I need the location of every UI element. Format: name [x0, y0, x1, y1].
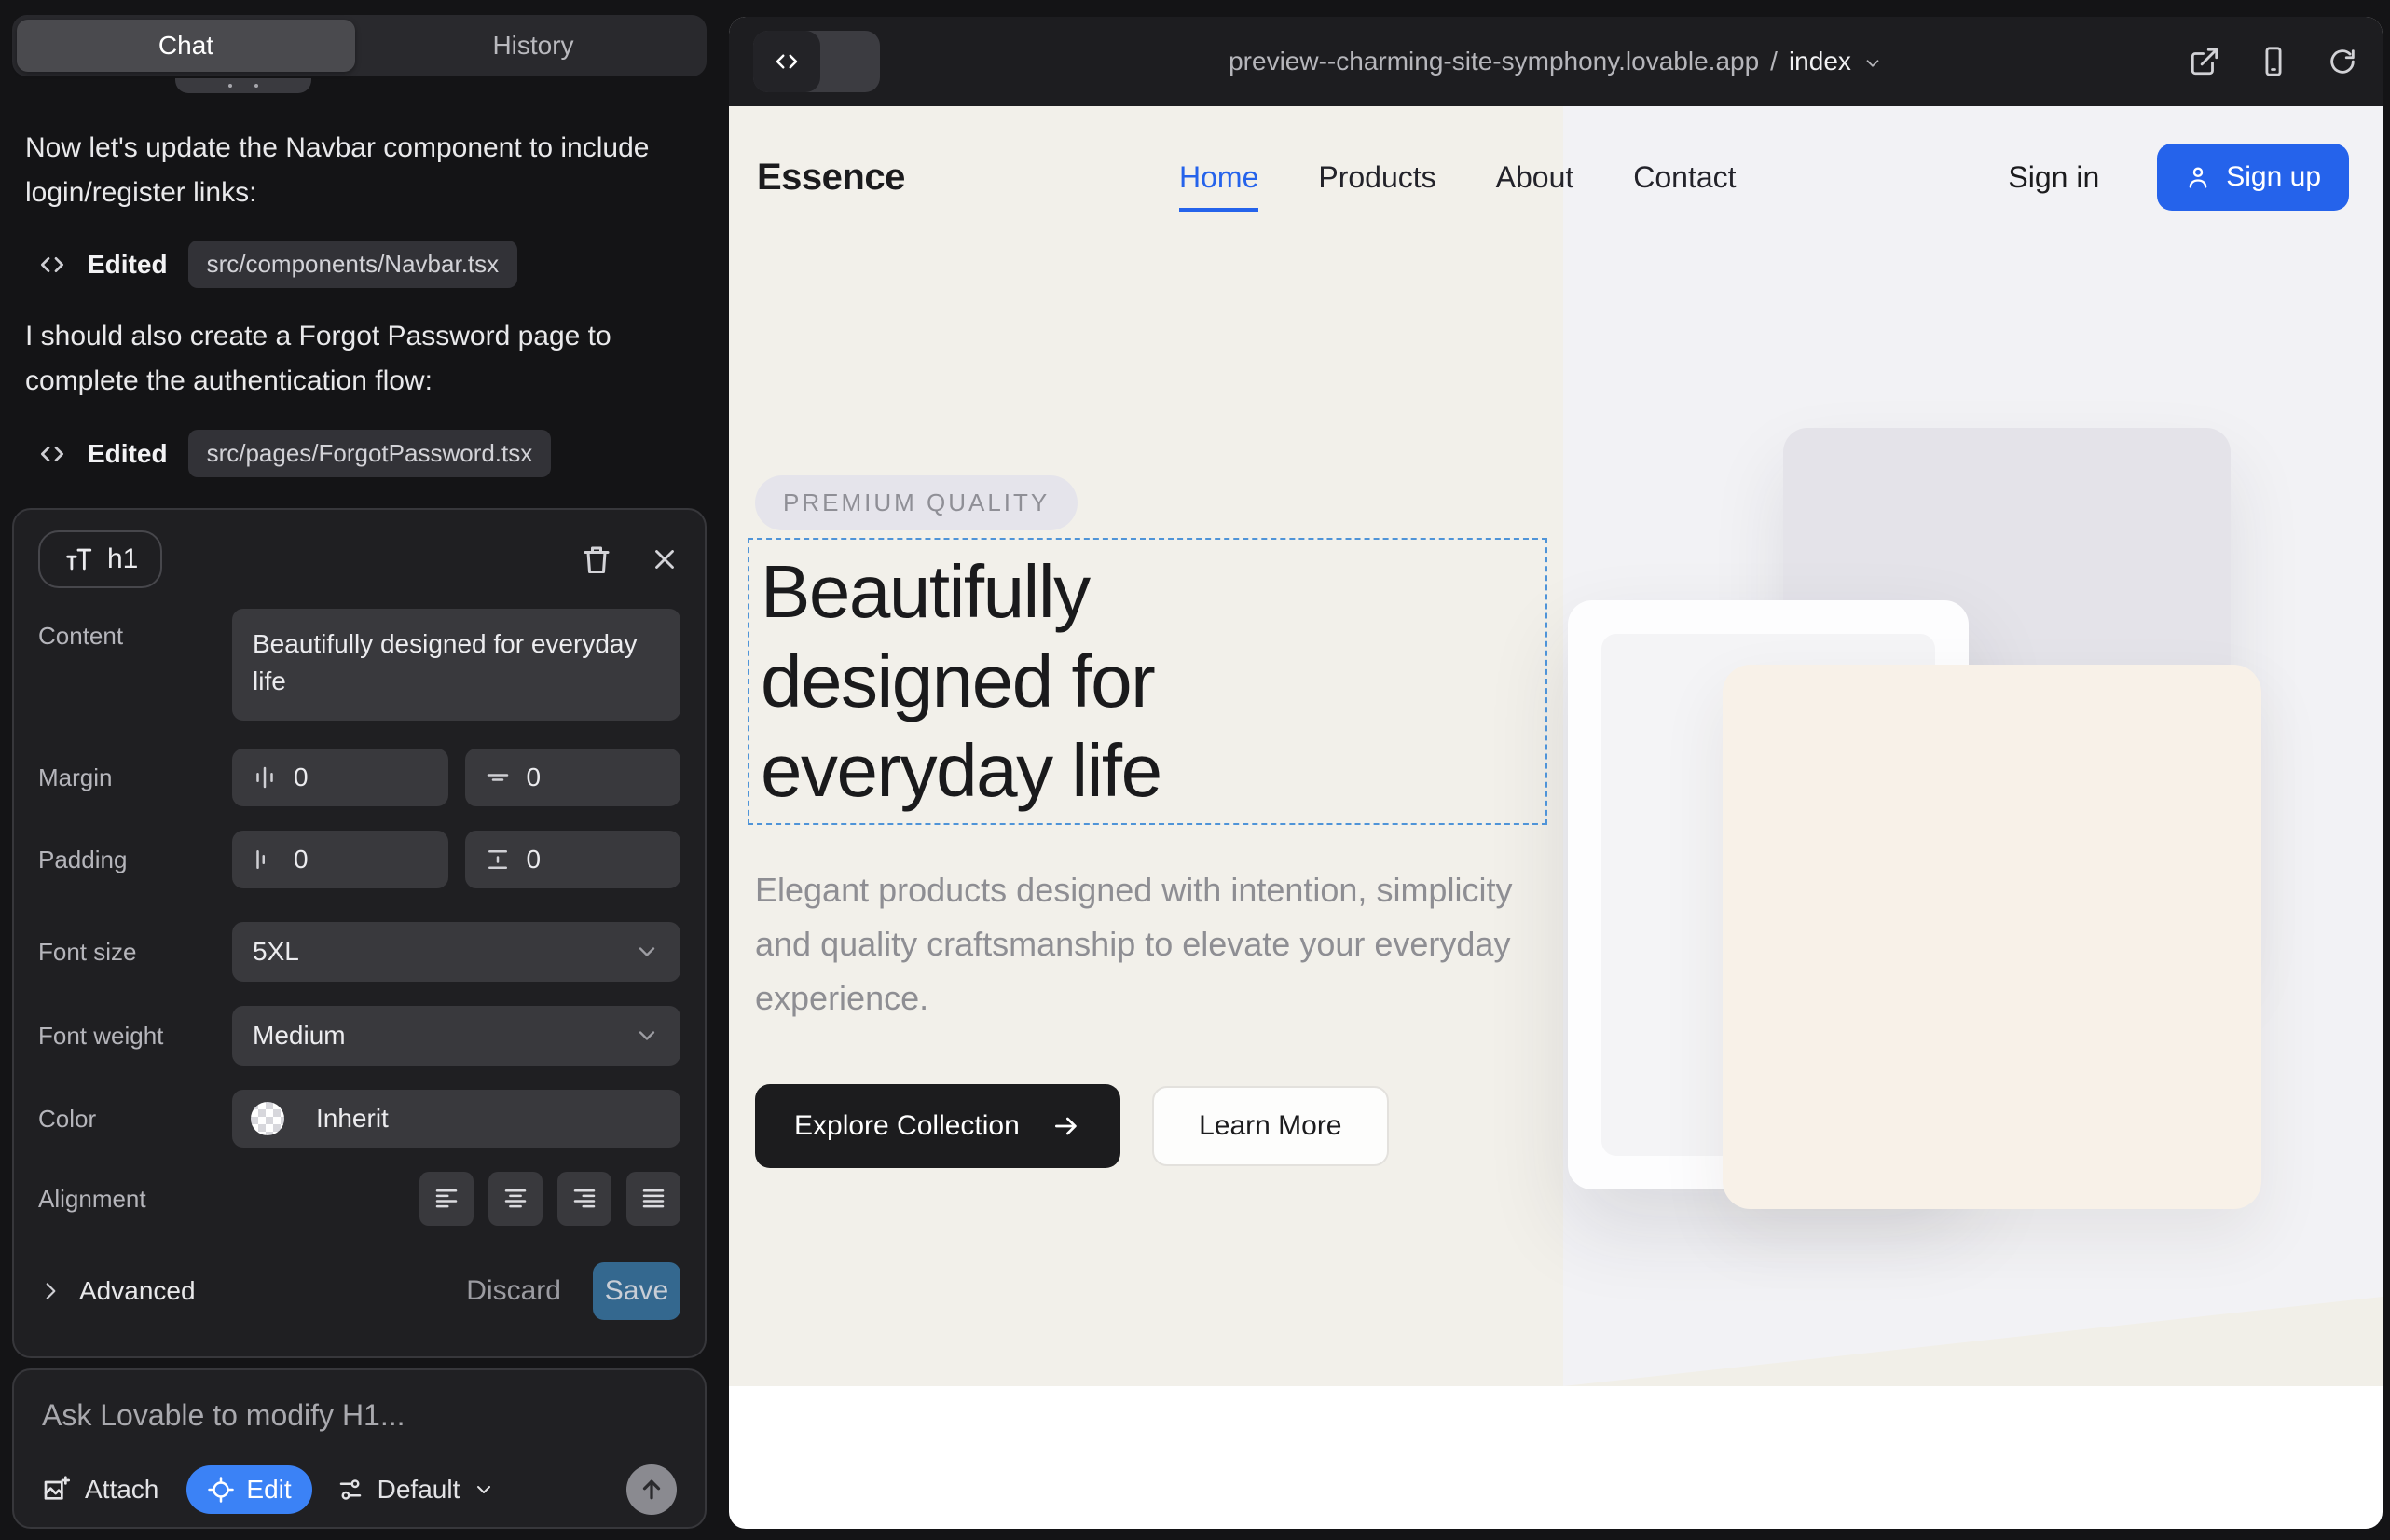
chat-input-card: Ask Lovable to modify H1... Attach Edit [12, 1368, 707, 1529]
margin-label: Margin [38, 763, 232, 792]
assistant-message: I should also create a Forgot Password p… [25, 314, 687, 404]
code-icon [37, 250, 67, 280]
mode-select[interactable]: Default [337, 1475, 496, 1505]
align-justify-button[interactable] [626, 1172, 680, 1226]
advanced-toggle[interactable]: Advanced [38, 1276, 196, 1306]
code-icon[interactable] [753, 31, 820, 92]
align-right-button[interactable] [557, 1172, 611, 1226]
site-hero-section: Essence Home Products About Contact Sign… [729, 106, 2383, 1386]
crosshair-icon [207, 1476, 235, 1504]
edited-file-chip[interactable]: src/pages/ForgotPassword.tsx [188, 430, 552, 477]
chat-history-tabs: Chat History [12, 15, 707, 76]
preview-route: index [1789, 47, 1851, 76]
padding-y-input[interactable]: 0 [465, 831, 681, 888]
preview-url: preview--charming-site-symphony.lovable.… [1229, 47, 1759, 76]
selected-element-tag[interactable]: h1 [38, 530, 162, 588]
sign-up-button[interactable]: Sign up [2157, 144, 2349, 211]
arrow-right-icon [1051, 1111, 1081, 1141]
preview-browser-frame: preview--charming-site-symphony.lovable.… [729, 17, 2383, 1529]
chevron-down-icon [473, 1478, 495, 1501]
hero-paragraph: Elegant products designed with intention… [755, 863, 1538, 1025]
send-button[interactable] [626, 1464, 677, 1515]
chevron-right-icon [38, 1279, 62, 1303]
site-logo[interactable]: Essence [757, 157, 905, 199]
margin-x-input[interactable]: 0 [232, 749, 448, 806]
chat-input[interactable]: Ask Lovable to modify H1... [42, 1398, 677, 1433]
align-left-button[interactable] [419, 1172, 474, 1226]
edited-file-row: Edited src/pages/ForgotPassword.tsx [37, 430, 551, 477]
save-button[interactable]: Save [593, 1262, 680, 1320]
margin-vertical-icon [484, 763, 512, 791]
element-editor-panel: h1 Content Beautifully designed for ever… [12, 508, 707, 1358]
padding-label: Padding [38, 846, 232, 874]
color-label: Color [38, 1105, 232, 1134]
padding-vertical-icon [484, 846, 512, 873]
font-weight-select[interactable]: Medium [232, 1006, 680, 1066]
sliders-icon [337, 1476, 364, 1504]
nav-link-contact[interactable]: Contact [1633, 160, 1736, 195]
explore-collection-button[interactable]: Explore Collection [755, 1084, 1120, 1168]
edited-label: Edited [88, 439, 168, 469]
font-size-select[interactable]: 5XL [232, 922, 680, 982]
color-swatch-transparent [251, 1102, 284, 1135]
edited-file-row: Edited src/components/Navbar.tsx [37, 241, 517, 288]
padding-horizontal-icon [251, 846, 279, 873]
scrolled-chip-partial [175, 78, 311, 93]
mobile-view-button[interactable] [2258, 46, 2289, 77]
content-label: Content [38, 609, 232, 651]
margin-horizontal-icon [251, 763, 279, 791]
url-bar[interactable]: preview--charming-site-symphony.lovable.… [729, 17, 2383, 106]
refresh-button[interactable] [2327, 46, 2358, 77]
tab-chat[interactable]: Chat [17, 20, 355, 72]
h1-selection-outline[interactable]: Beautifully designed for everyday life [748, 538, 1547, 825]
delete-element-button[interactable] [580, 543, 613, 576]
learn-more-button[interactable]: Learn More [1152, 1086, 1389, 1166]
assistant-message: Now let's update the Navbar component to… [25, 126, 687, 215]
typography-icon [62, 543, 94, 575]
alignment-label: Alignment [38, 1185, 232, 1214]
decor-card-peach [1723, 665, 2261, 1209]
image-plus-icon [42, 1475, 72, 1505]
nav-link-products[interactable]: Products [1318, 160, 1435, 195]
align-center-button[interactable] [488, 1172, 543, 1226]
chevron-down-icon [634, 939, 660, 965]
open-external-button[interactable] [2189, 46, 2220, 77]
browser-toolbar: preview--charming-site-symphony.lovable.… [729, 17, 2383, 106]
code-preview-toggle[interactable] [753, 31, 880, 92]
sign-in-link[interactable]: Sign in [2008, 160, 2099, 195]
nav-link-home[interactable]: Home [1179, 160, 1258, 212]
edited-label: Edited [88, 250, 168, 280]
premium-quality-badge: PREMIUM QUALITY [755, 475, 1078, 530]
discard-button[interactable]: Discard [466, 1275, 561, 1307]
site-navbar: Essence Home Products About Contact Sign… [729, 106, 2383, 248]
nav-link-about[interactable]: About [1496, 160, 1574, 195]
padding-x-input[interactable]: 0 [232, 831, 448, 888]
attach-button[interactable]: Attach [42, 1475, 158, 1505]
content-input[interactable]: Beautifully designed for everyday life [232, 609, 680, 721]
color-input[interactable]: Inherit [232, 1090, 680, 1148]
lovable-editor-window: Chat History Now let's update the Navbar… [0, 0, 2390, 1540]
edit-mode-button[interactable]: Edit [186, 1465, 311, 1514]
close-panel-button[interactable] [649, 543, 680, 575]
edited-file-chip[interactable]: src/components/Navbar.tsx [188, 241, 518, 288]
hero-heading[interactable]: Beautifully designed for everyday life [749, 540, 1376, 816]
code-icon [37, 439, 67, 469]
font-size-label: Font size [38, 938, 232, 967]
chat-sidebar: Chat History Now let's update the Navbar… [0, 0, 727, 1540]
user-icon [2185, 164, 2211, 190]
chevron-down-icon [1862, 53, 1883, 74]
chevron-down-icon [634, 1023, 660, 1049]
margin-y-input[interactable]: 0 [465, 749, 681, 806]
tab-history[interactable]: History [360, 15, 707, 76]
font-weight-label: Font weight [38, 1022, 232, 1051]
